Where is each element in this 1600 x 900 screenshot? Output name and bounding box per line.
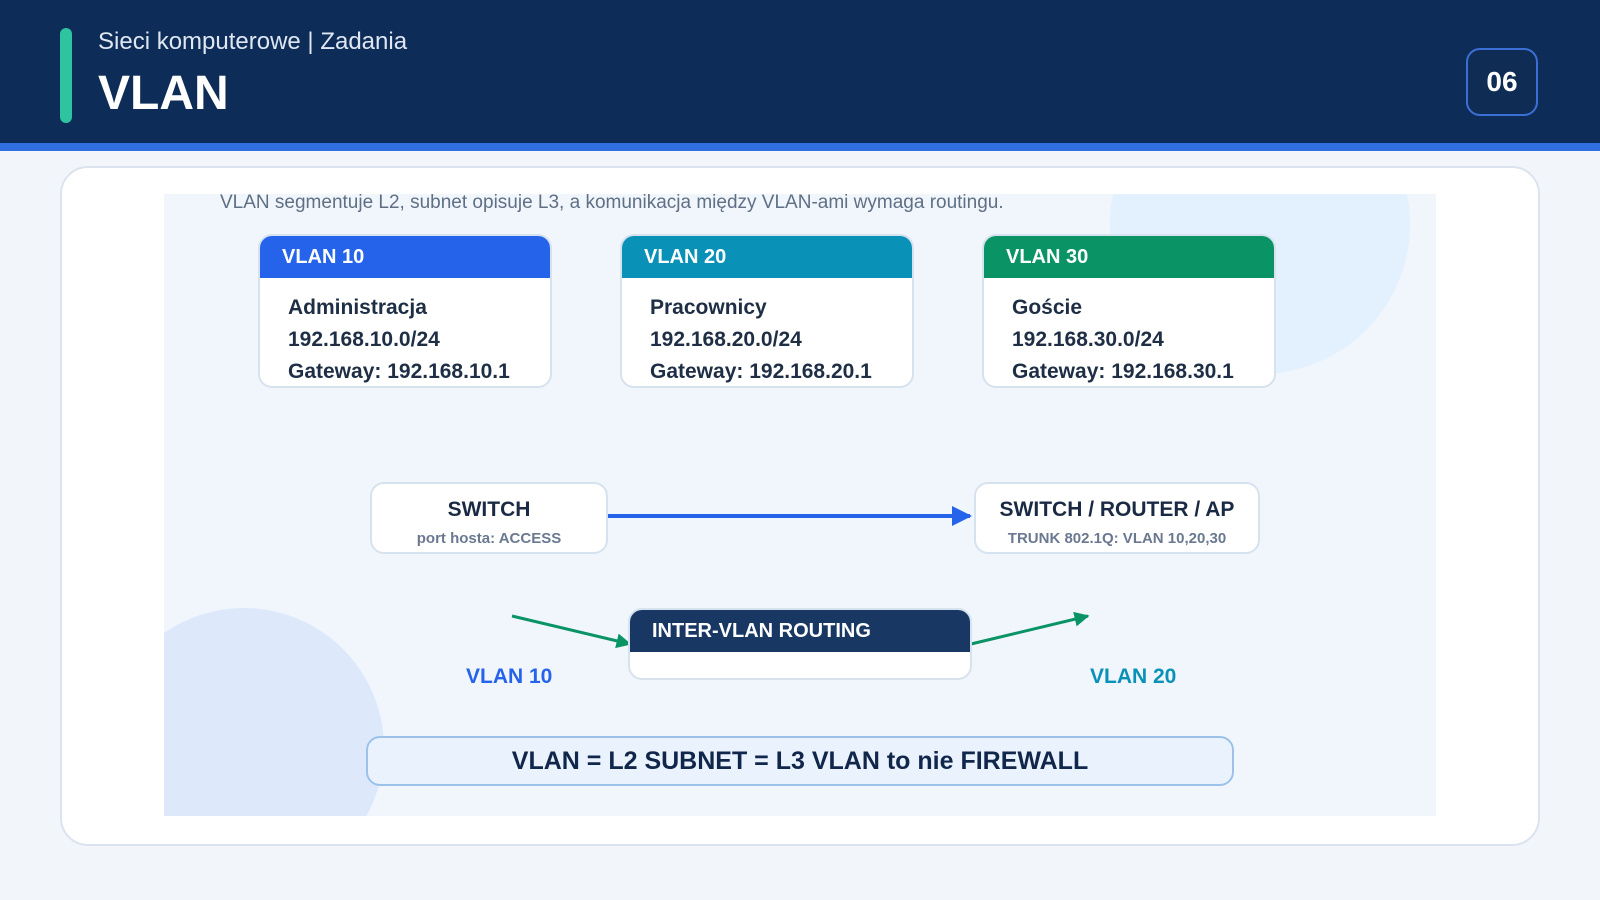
node-subtitle: port hosta: ACCESS: [416, 530, 562, 547]
vlan-diagram: VLAN segmentuje L2, subnet opisuje L3, a…: [164, 194, 1436, 816]
vlan-10-label: VLAN 10: [466, 665, 553, 688]
switch-access-node: SWITCH port hosta: ACCESS: [370, 482, 608, 554]
inter-vlan-routing-node: INTER-VLAN ROUTING: [628, 608, 972, 680]
page-title: VLAN: [98, 67, 229, 120]
slide-number-badge: 06: [1466, 48, 1538, 116]
summary-formula: VLAN = L2 SUBNET = L3 VLAN to nie FIREWA…: [366, 736, 1234, 786]
breadcrumb: Sieci komputerowe | Zadania: [98, 28, 408, 55]
node-title: SWITCH / ROUTER / AP: [999, 498, 1235, 521]
header-bar: [0, 0, 1600, 143]
routing-out-arrow: [970, 611, 1090, 646]
routing-in-arrow: [511, 614, 632, 649]
routing-title: INTER-VLAN ROUTING: [630, 610, 970, 652]
title-accent-bar: [60, 28, 72, 123]
switch-trunk-node: SWITCH / ROUTER / AP TRUNK 802.1Q: VLAN …: [974, 482, 1260, 554]
node-title: SWITCH: [447, 498, 531, 521]
vlan-20-label: VLAN 20: [1090, 665, 1177, 688]
header-accent-stripe: [0, 143, 1600, 151]
node-subtitle: TRUNK 802.1Q: VLAN 10,20,30: [1007, 530, 1227, 547]
